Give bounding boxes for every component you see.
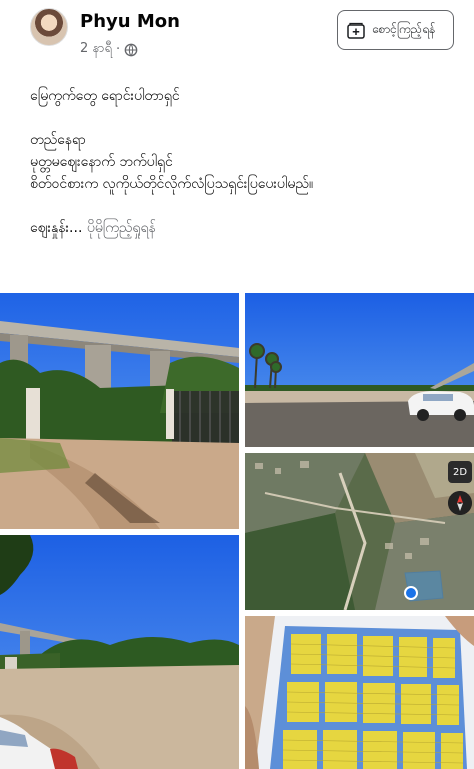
bookmark-plus-icon xyxy=(347,22,365,39)
open-land-image xyxy=(245,293,474,447)
meta-separator: · xyxy=(115,42,121,57)
post-line: စိတ်ဝင်စားက လူကိုယ်တိုင်လိုက်လံပြသရှင်းပ… xyxy=(30,176,314,192)
photo-plot-plan[interactable] xyxy=(245,616,474,769)
photo-land-overpass[interactable] xyxy=(0,535,239,769)
avatar[interactable] xyxy=(30,8,68,46)
land-overpass-image xyxy=(0,535,239,769)
photo-satellite-map[interactable]: 2D xyxy=(245,453,474,610)
post-header: Phyu Mon 2 နာရီ · စောင့်ကြည့်ရန် xyxy=(0,0,474,72)
post-line: မြေကွက်တွေ ရောင်းပါတာရှင် xyxy=(30,88,180,104)
post-body: မြေကွက်တွေ ရောင်းပါတာရှင် တည်နေရာ မုတ္တမ… xyxy=(30,85,460,239)
globe-icon xyxy=(124,43,138,56)
overpass-gate-image xyxy=(0,293,239,529)
post-meta: 2 နာရီ · xyxy=(80,40,138,59)
photo-open-land-car[interactable] xyxy=(245,293,474,447)
author-name[interactable]: Phyu Mon xyxy=(80,11,180,32)
compass-icon[interactable] xyxy=(448,491,472,515)
post-line: တည်နေရာ xyxy=(30,132,86,148)
save-button-label: စောင့်ကြည့်ရန် xyxy=(372,22,436,36)
price-line: ဈေးနှုန်း... ပိုမိုကြည့်ရှုရန် xyxy=(30,217,460,239)
post-time[interactable]: 2 နာရီ xyxy=(80,40,112,59)
map-2d-toggle[interactable]: 2D xyxy=(448,461,472,483)
photo-overpass-gate[interactable] xyxy=(0,293,239,529)
post-line: မုတ္တမဈေးနောက် ဘက်ပါရှင် xyxy=(30,154,173,170)
save-post-button[interactable]: စောင့်ကြည့်ရန် xyxy=(337,10,454,50)
plot-plan-image xyxy=(245,616,474,769)
price-label: ဈေးနှုန်း... xyxy=(30,220,83,236)
satellite-map-image xyxy=(245,453,474,610)
see-more-link[interactable]: ပိုမိုကြည့်ရှုရန် xyxy=(87,220,156,236)
